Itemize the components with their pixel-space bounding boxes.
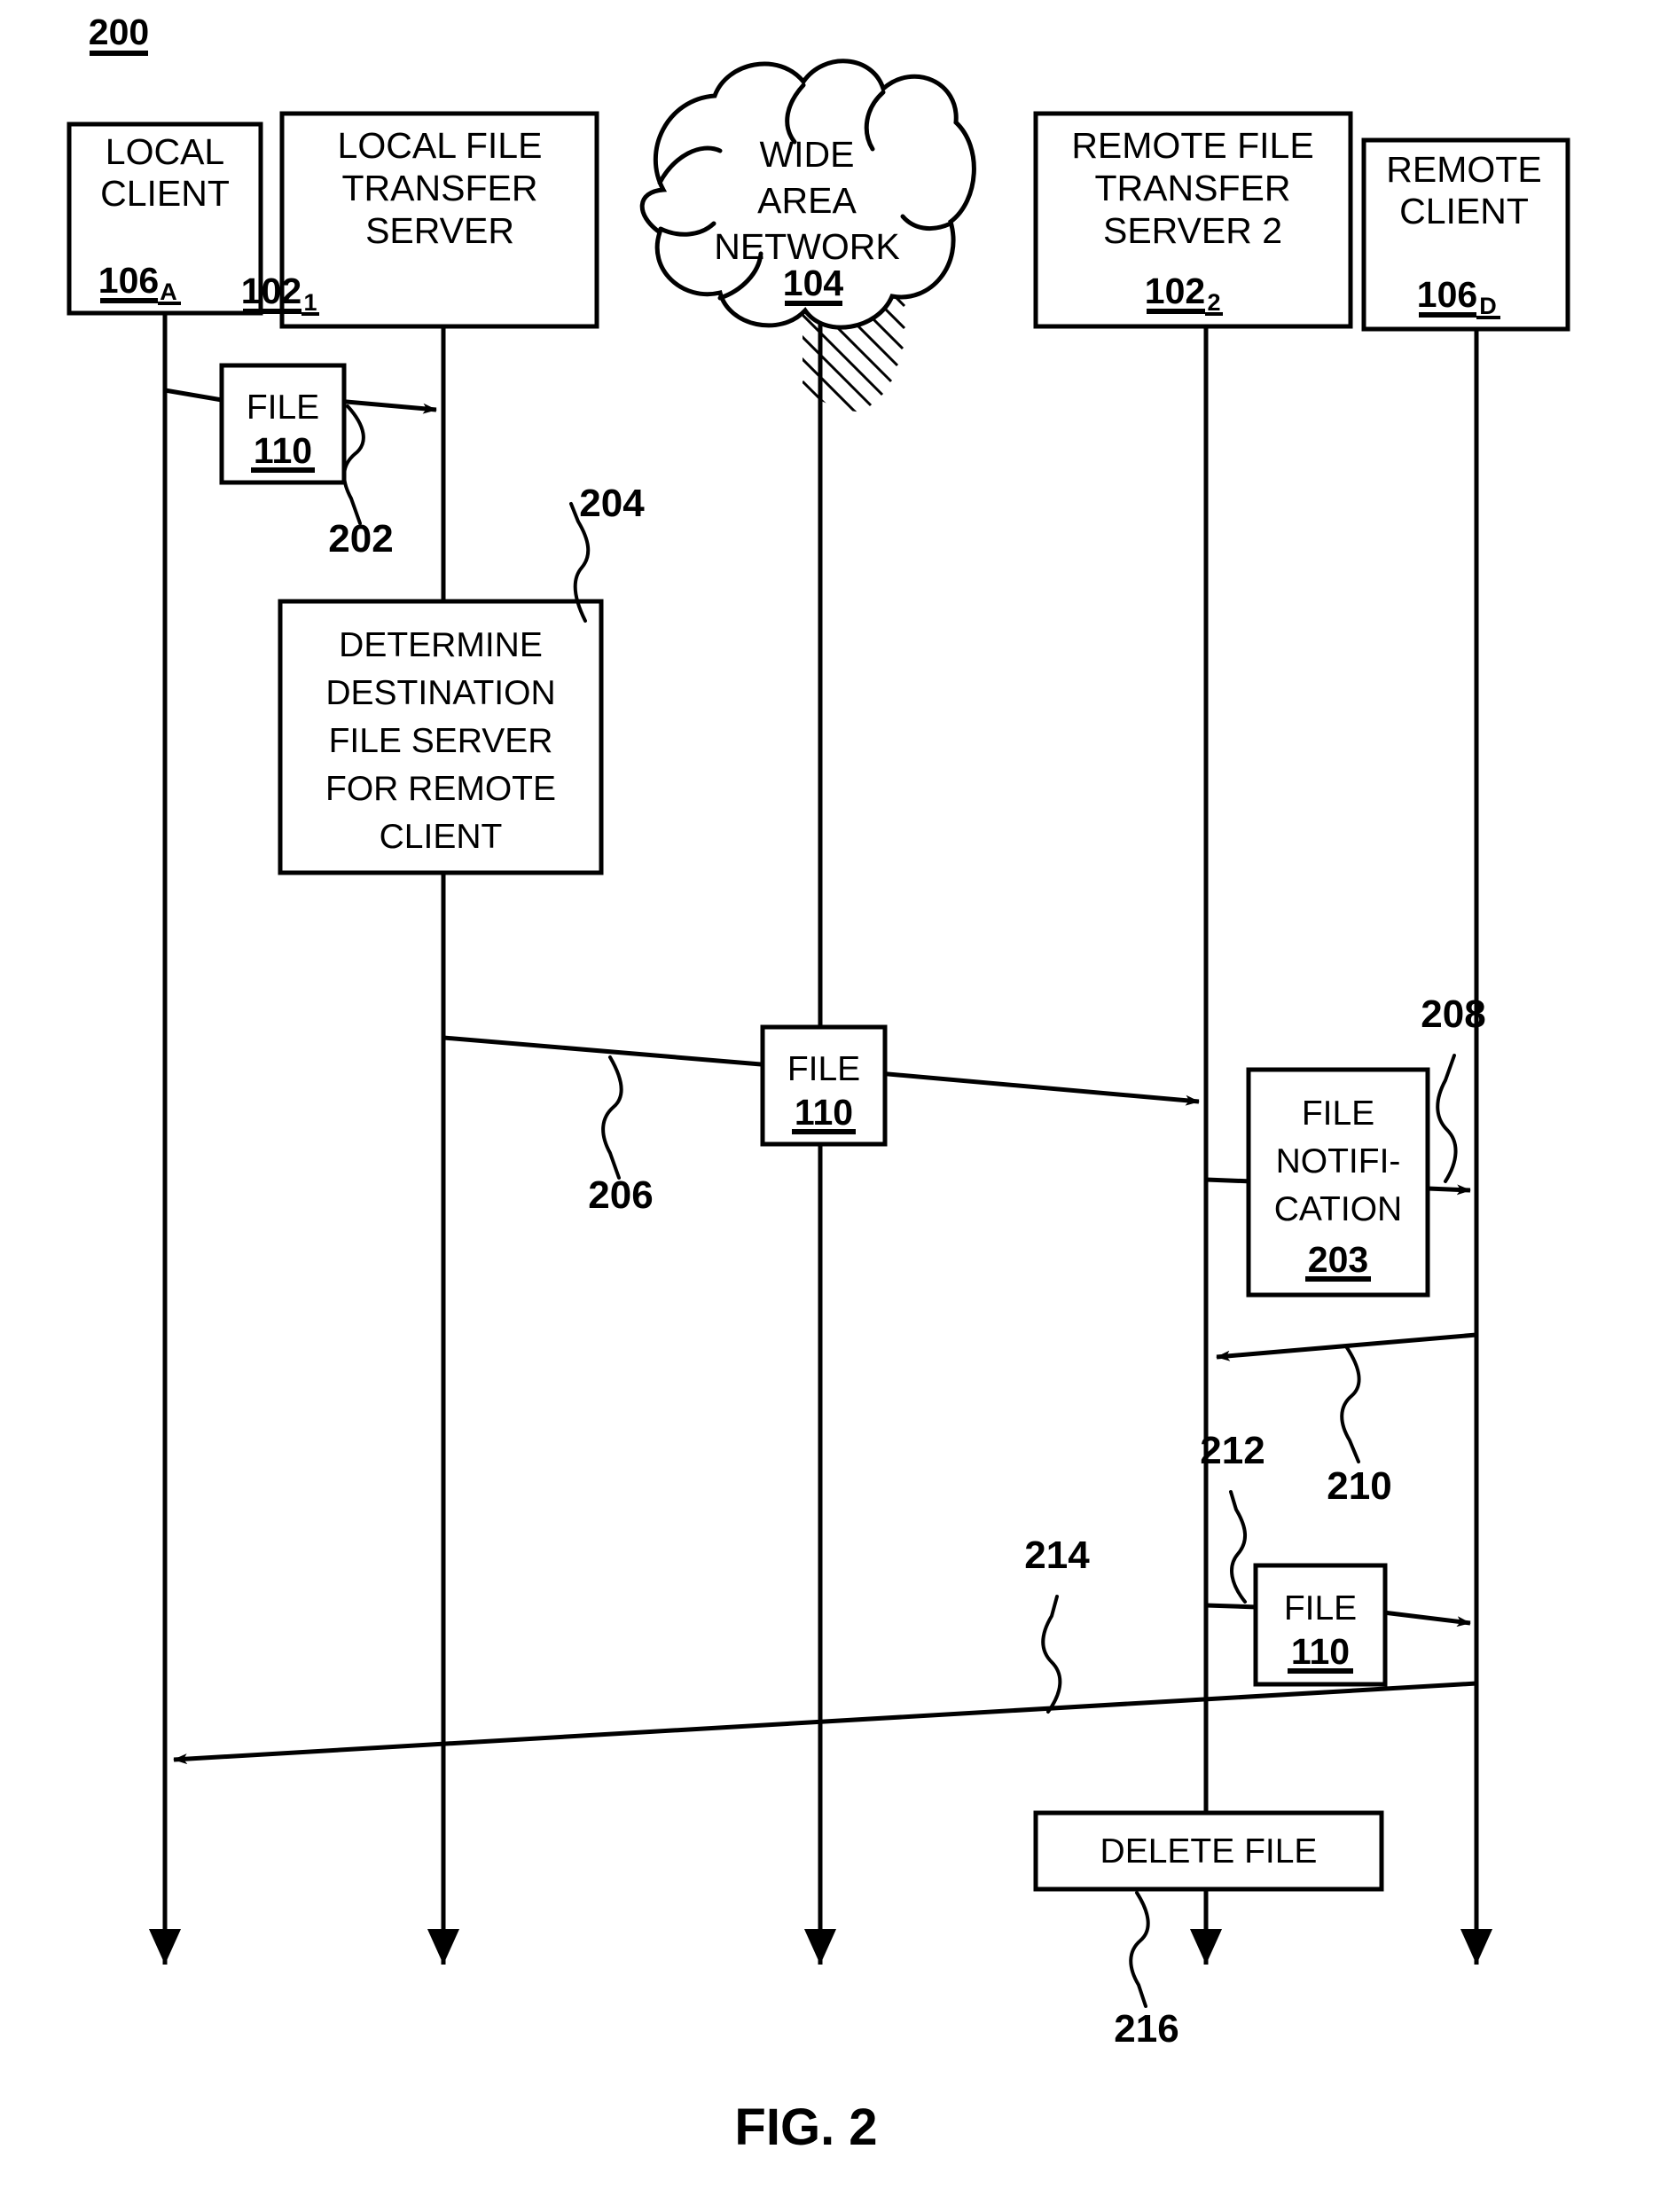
local-client-label-line2: CLIENT (100, 173, 230, 214)
determine-box-line4: FOR REMOTE (325, 770, 556, 808)
leader-212 (1229, 1490, 1247, 1604)
lifeline-end-arrow-local-server (427, 1929, 459, 1965)
notification-box-reference: 203 (1308, 1239, 1368, 1280)
lifeline-end-arrow-remote-client (1460, 1929, 1492, 1965)
file-box-3-label: FILE (1284, 1589, 1357, 1628)
file-box-2-reference: 110 (795, 1092, 853, 1133)
leader-label-216: 216 (1114, 2007, 1178, 2051)
notification-box-line3: CATION (1274, 1190, 1402, 1228)
wan-label-line2: AREA (757, 180, 857, 221)
leader-label-202: 202 (328, 517, 393, 561)
remote-client-reference-subscript: D (1479, 293, 1497, 319)
determine-box-line2: DESTINATION (325, 674, 555, 712)
remote-server-label-line1: REMOTE FILE (1071, 125, 1313, 166)
lifeline-end-arrow-wan (804, 1929, 836, 1965)
leader-216 (1129, 1891, 1150, 2008)
remote-client-reference: 106 (1417, 274, 1477, 315)
file-box-2-label: FILE (787, 1050, 860, 1088)
leader-210 (1340, 1345, 1361, 1463)
leader-label-208: 208 (1421, 992, 1485, 1036)
leader-202 (342, 404, 365, 525)
determine-box-line5: CLIENT (380, 818, 503, 856)
patent-figure-page: 200 LOCAL CLIENT 106 A LOCAL FILE TRANSF… (0, 0, 1660, 2212)
leader-214 (1041, 1595, 1062, 1714)
diagram-canvas: 200 LOCAL CLIENT 106 A LOCAL FILE TRANSF… (67, 12, 1570, 2156)
local-server-label-line3: SERVER (365, 210, 514, 251)
remote-server-reference: 102 (1145, 271, 1205, 311)
local-server-reference-subscript: 1 (303, 289, 317, 316)
wan-label-line3: NETWORK (714, 226, 900, 267)
wan-label-line1: WIDE (759, 134, 854, 175)
file-box-1-reference: 110 (254, 430, 312, 471)
leader-label-214: 214 (1024, 1533, 1090, 1577)
wan-reference: 104 (783, 263, 844, 303)
remote-server-label-line2: TRANSFER (1095, 168, 1291, 208)
local-client-label-line1: LOCAL (106, 131, 224, 172)
lifeline-end-arrow-local-client (149, 1929, 181, 1965)
leader-206 (601, 1055, 623, 1180)
local-server-label-line2: TRANSFER (342, 168, 538, 208)
leader-label-210: 210 (1327, 1464, 1391, 1508)
leader-208 (1436, 1054, 1458, 1183)
notification-box-line1: FILE (1302, 1094, 1374, 1133)
local-server-label-line1: LOCAL FILE (338, 125, 543, 166)
delete-file-box-label: DELETE FILE (1100, 1832, 1318, 1871)
figure-caption: FIG. 2 (734, 2098, 877, 2156)
remote-server-reference-subscript: 2 (1207, 289, 1220, 316)
remote-client-label-line2: CLIENT (1399, 191, 1529, 231)
diagram-reference-number: 200 (89, 12, 149, 52)
leader-label-204: 204 (579, 482, 645, 525)
file-box-3-reference: 110 (1291, 1631, 1350, 1672)
file-box-1-label: FILE (247, 388, 319, 427)
leader-label-212: 212 (1200, 1429, 1265, 1472)
remote-server-label-line3: SERVER 2 (1103, 210, 1282, 251)
leader-label-206: 206 (588, 1173, 653, 1217)
local-client-reference-subscript: A (160, 278, 177, 305)
remote-client-label-line1: REMOTE (1386, 149, 1541, 190)
lifeline-end-arrow-remote-server (1190, 1929, 1222, 1965)
determine-box-line3: FILE SERVER (329, 722, 553, 760)
message-arrow-delivery-confirmation (173, 1681, 1477, 1765)
local-server-reference: 102 (241, 271, 301, 311)
local-client-reference: 106 (98, 260, 159, 301)
determine-box-line1: DETERMINE (339, 626, 543, 664)
notification-box-line2: NOTIFI- (1276, 1142, 1401, 1181)
